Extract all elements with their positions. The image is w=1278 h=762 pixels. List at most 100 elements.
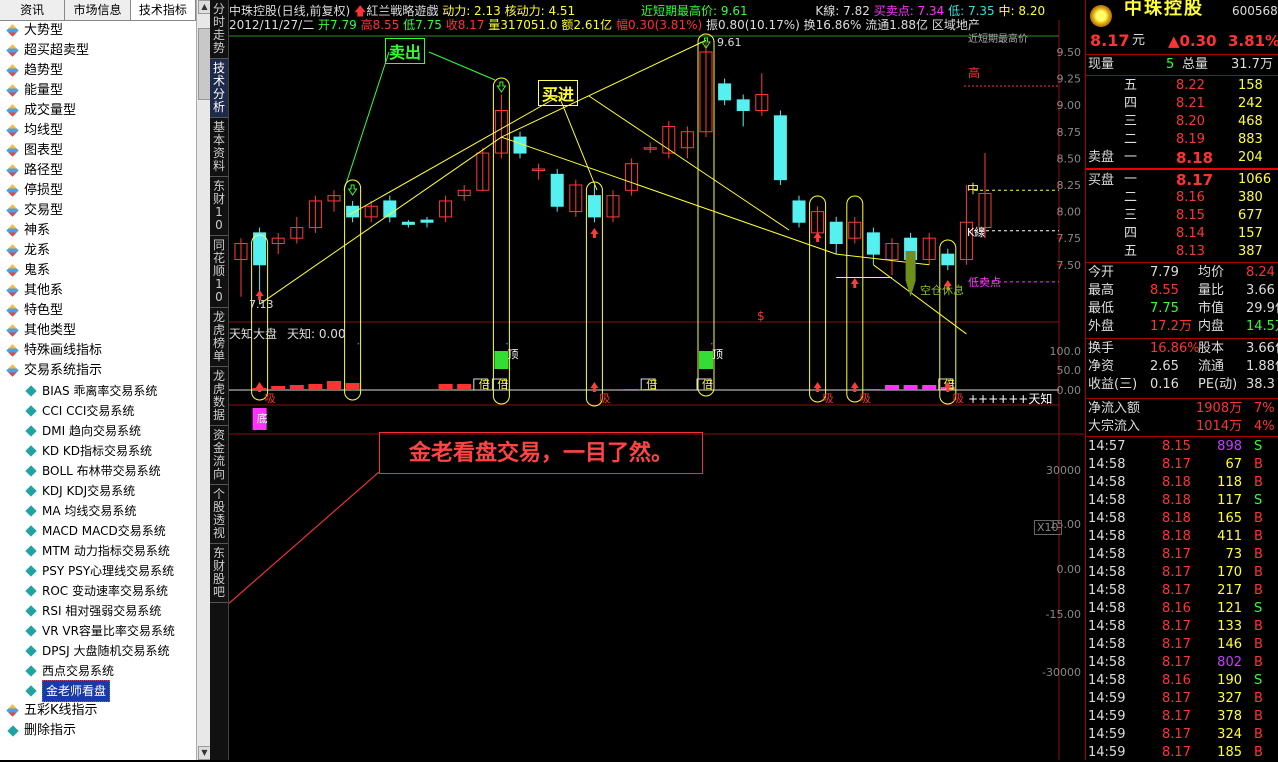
tick-row-cell: B bbox=[1254, 709, 1263, 724]
tree-item[interactable]: 删除指示 bbox=[0, 721, 196, 741]
lower-scale: X10 bbox=[1034, 520, 1062, 535]
tree-item[interactable]: 大势型 bbox=[0, 21, 196, 41]
tree-item[interactable]: 图表型 bbox=[0, 141, 196, 161]
stat-row-cell: 2.65 bbox=[1150, 359, 1179, 374]
tree-item[interactable]: 鬼系 bbox=[0, 261, 196, 281]
buy-label: 买进 bbox=[538, 80, 579, 106]
tianzhi-label: ++++++天知 bbox=[968, 392, 1053, 406]
stat-row-cell: 今开 bbox=[1088, 265, 1115, 280]
tree-item[interactable]: 交易系统指示 bbox=[0, 361, 196, 381]
vtab-3[interactable]: 东财10 bbox=[210, 177, 228, 236]
candle-body[interactable] bbox=[550, 173, 564, 207]
bar-amplitude: 振0.80(10.17%) bbox=[706, 18, 800, 32]
tree-item[interactable]: RSI 相对强弱交易系统 bbox=[0, 601, 196, 621]
tick-row-cell: 802 bbox=[1217, 655, 1242, 670]
vtab-9[interactable]: 东财股吧 bbox=[210, 544, 228, 603]
tree-item[interactable]: 其他系 bbox=[0, 281, 196, 301]
candle-body[interactable] bbox=[587, 195, 601, 218]
tree-item[interactable]: 神系 bbox=[0, 221, 196, 241]
tree-item[interactable]: MTM 动力指标交易系统 bbox=[0, 541, 196, 561]
tree-scrollbar[interactable]: ▲ ▼ bbox=[196, 0, 211, 760]
tree-item[interactable]: CCI CCI交易系统 bbox=[0, 401, 196, 421]
gao-label: 高 bbox=[968, 66, 981, 80]
tree-item-label: ROC 变动速率交易系统 bbox=[42, 584, 168, 598]
indicator-group-icon bbox=[6, 164, 20, 178]
vtab-4[interactable]: 同花顺10 bbox=[210, 236, 228, 308]
bid-row: 五 8.13 387 bbox=[1086, 243, 1278, 261]
ask-row: 五 8.22 158 bbox=[1086, 77, 1278, 95]
tick-row-cell: 14:58 bbox=[1088, 511, 1126, 526]
stat-row-cell: 17.2万 bbox=[1150, 319, 1192, 334]
tree-item[interactable]: MA 均线交易系统 bbox=[0, 501, 196, 521]
vtab-8[interactable]: 个股透视 bbox=[210, 485, 228, 544]
tab-technical-indicators[interactable]: 技术指标 bbox=[130, 0, 196, 20]
tree-item[interactable]: 其他类型 bbox=[0, 321, 196, 341]
ask-row-cell: 8.21 bbox=[1176, 96, 1205, 111]
tree-item[interactable]: 超买超卖型 bbox=[0, 41, 196, 61]
tick-row-cell: 8.17 bbox=[1162, 547, 1191, 562]
bid-row-cell: 四 bbox=[1124, 226, 1138, 241]
kline-chart[interactable]: 9.50 9.25 9.00 8.75 8.50 8.25 8.00 7.75 7.50 100.… bbox=[229, 0, 1084, 760]
tree-item[interactable]: 特色型 bbox=[0, 301, 196, 321]
candle-body[interactable] bbox=[420, 219, 434, 223]
vtab-1[interactable]: 技术分析 bbox=[210, 59, 228, 118]
indicator-item-icon bbox=[24, 644, 38, 658]
tree-item[interactable]: KDJ KDJ交易系统 bbox=[0, 481, 196, 501]
tree-item[interactable]: 西点交易系统 bbox=[0, 661, 196, 681]
tick-row-cell: 14:58 bbox=[1088, 457, 1126, 472]
tree-item[interactable]: ROC 变动速率交易系统 bbox=[0, 581, 196, 601]
candle-body[interactable] bbox=[866, 232, 880, 255]
flow-row-cell: 1908万 bbox=[1196, 401, 1243, 416]
tree-item-label: KDJ KDJ交易系统 bbox=[42, 484, 136, 498]
candle-body[interactable] bbox=[941, 253, 955, 266]
tree-item[interactable]: KD KD指标交易系统 bbox=[0, 441, 196, 461]
candle-body[interactable] bbox=[718, 83, 732, 101]
tree-item[interactable]: 交易型 bbox=[0, 201, 196, 221]
tree-item[interactable]: 停损型 bbox=[0, 181, 196, 201]
tree-item[interactable]: 五彩K线指示 bbox=[0, 701, 196, 721]
candle-body[interactable] bbox=[253, 232, 267, 266]
tree-item[interactable]: BIAS 乖离率交易系统 bbox=[0, 381, 196, 401]
indicator-bar bbox=[922, 385, 937, 390]
tree-item[interactable]: 金老师看盘 bbox=[0, 680, 196, 702]
tree-item[interactable]: MACD MACD交易系统 bbox=[0, 521, 196, 541]
tree-item[interactable]: 路径型 bbox=[0, 161, 196, 181]
tick-row-cell: S bbox=[1254, 439, 1263, 454]
tree-item[interactable]: BOLL 布林带交易系统 bbox=[0, 461, 196, 481]
price-row-cell: ▲0.30 bbox=[1168, 32, 1217, 50]
tree-item[interactable]: 均线型 bbox=[0, 121, 196, 141]
tab-market-info[interactable]: 市场信息 bbox=[65, 0, 131, 20]
tree-item[interactable]: DPSJ 大盘随机交易系统 bbox=[0, 641, 196, 661]
tree-item-label: 能量型 bbox=[24, 83, 64, 98]
stat-row: 收益(三) 0.16 PE(动) 38.3 bbox=[1086, 376, 1278, 394]
tick-row-cell: 14:58 bbox=[1088, 565, 1126, 580]
vtab-0[interactable]: 分时走势 bbox=[210, 0, 228, 59]
tree-item[interactable]: 能量型 bbox=[0, 81, 196, 101]
candle-body[interactable] bbox=[736, 99, 750, 111]
vtab-5[interactable]: 龙虎榜单 bbox=[210, 308, 228, 367]
tree-item[interactable]: 成交量型 bbox=[0, 101, 196, 121]
stat-row-cell: 市值 bbox=[1198, 301, 1225, 316]
tick-row-cell: S bbox=[1254, 673, 1263, 688]
tab-news[interactable]: 资讯 bbox=[0, 0, 66, 20]
candle-body[interactable] bbox=[773, 115, 787, 181]
tick-row-cell: 8.17 bbox=[1162, 457, 1191, 472]
vtab-2[interactable]: 基本资料 bbox=[210, 118, 228, 177]
tree-item[interactable]: 龙系 bbox=[0, 241, 196, 261]
candle-body[interactable] bbox=[346, 205, 360, 218]
vtab-6[interactable]: 龙虎数据 bbox=[210, 367, 228, 426]
tree-item[interactable]: DMI 趋向交易系统 bbox=[0, 421, 196, 441]
recent-high-line-label: 近短期最高价 bbox=[968, 34, 1028, 45]
candle-body[interactable] bbox=[829, 221, 843, 245]
tree-item[interactable]: 特殊画线指标 bbox=[0, 341, 196, 361]
bid-row-cell: 387 bbox=[1238, 244, 1263, 259]
tick-row: 14:58 8.17 133 B bbox=[1086, 618, 1278, 636]
vtab-7[interactable]: 资金流向 bbox=[210, 426, 228, 485]
candle-body[interactable] bbox=[401, 221, 415, 225]
price-tick-label: 8.75 bbox=[1057, 126, 1082, 139]
bid-row-cell: 380 bbox=[1238, 190, 1263, 205]
tree-item[interactable]: 趋势型 bbox=[0, 61, 196, 81]
tree-item[interactable]: PSY PSY心理线交易系统 bbox=[0, 561, 196, 581]
candle-body[interactable] bbox=[792, 200, 806, 223]
tree-item[interactable]: VR VR容量比率交易系统 bbox=[0, 621, 196, 641]
